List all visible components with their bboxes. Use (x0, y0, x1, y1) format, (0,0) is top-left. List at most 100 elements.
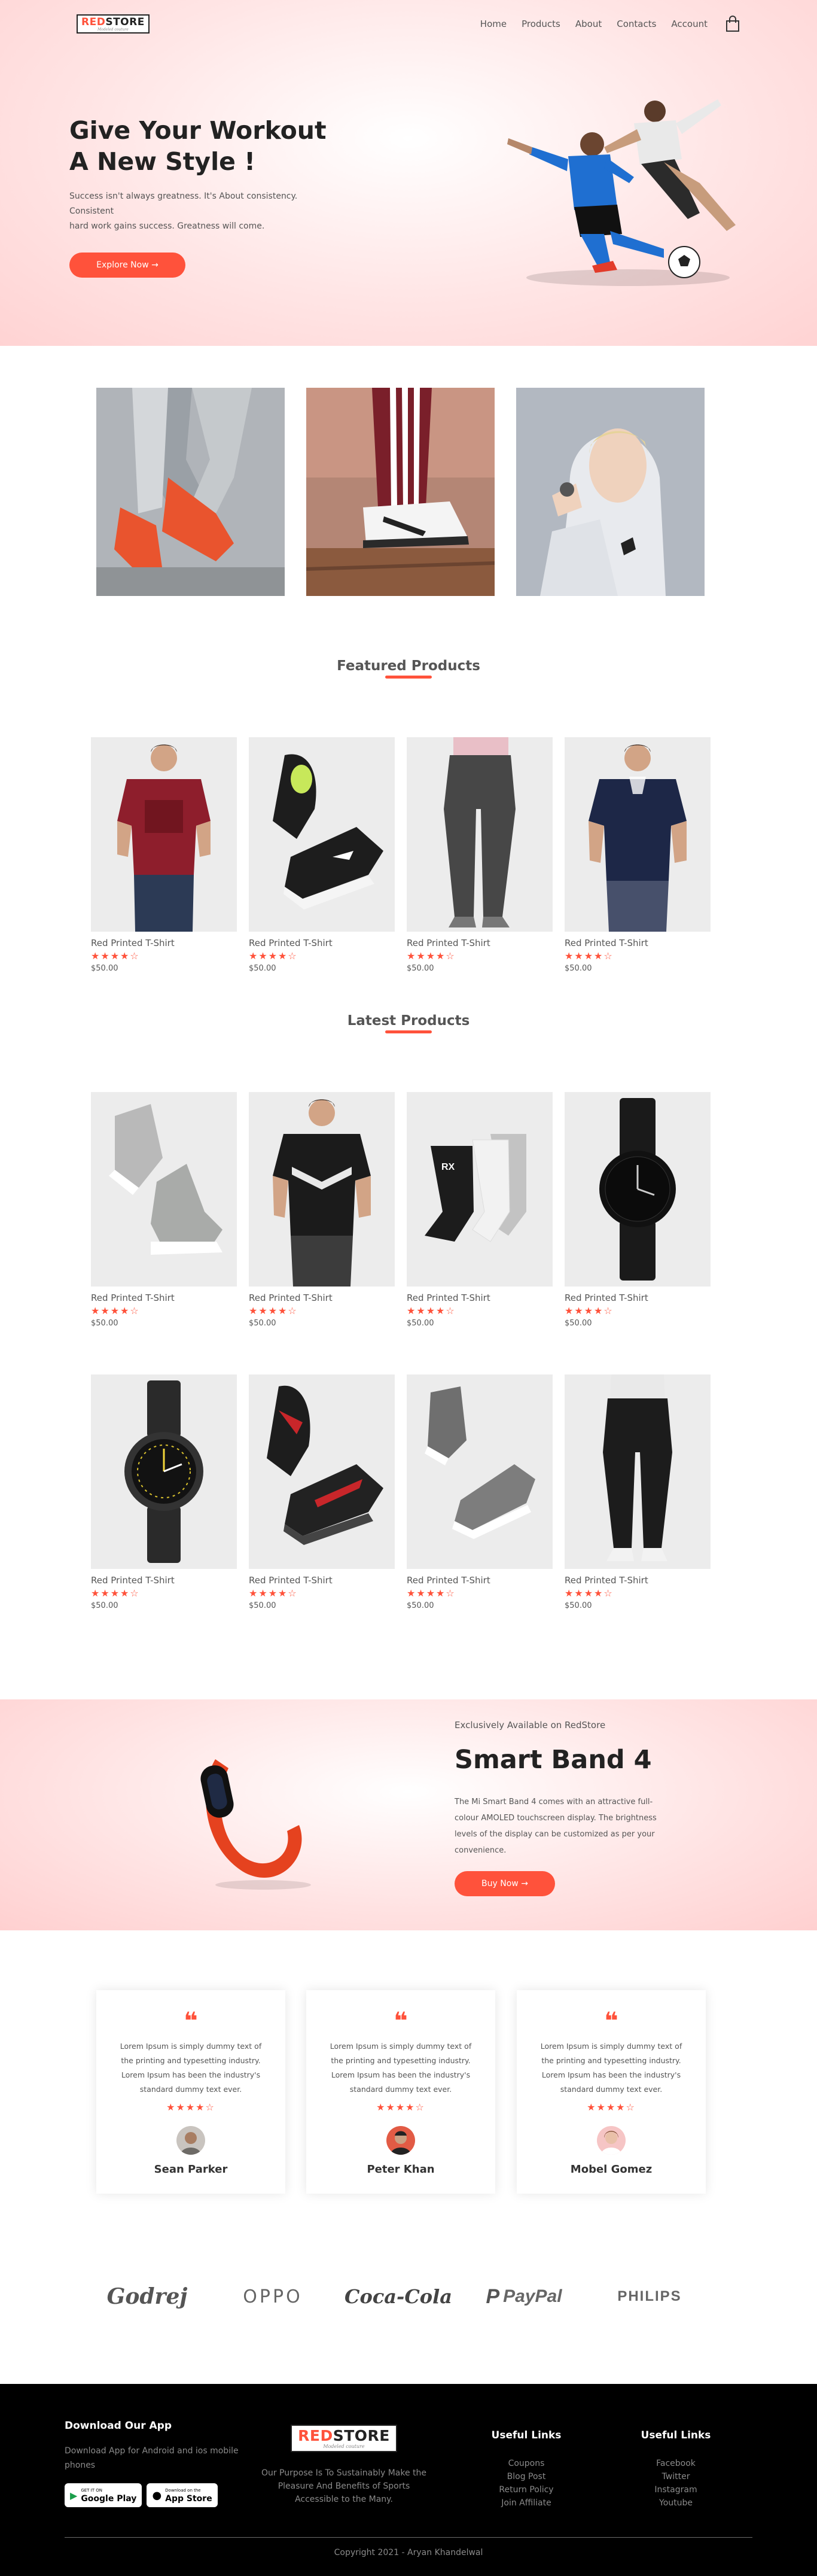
product-card[interactable]: Red Printed T-Shirt ★★★★☆ $50.00 (565, 737, 711, 973)
offer-title: Smart Band 4 (455, 1745, 652, 1775)
nav-products[interactable]: Products (522, 19, 560, 29)
rating-stars-icon: ★★★★☆ (407, 1305, 456, 1316)
avatar (597, 2126, 626, 2155)
nav-home[interactable]: Home (480, 19, 507, 29)
svg-text:RX: RX (441, 1162, 455, 1172)
product-image-grey-hightops[interactable] (91, 1092, 237, 1287)
footer-link-instagram[interactable]: Instagram (622, 2483, 730, 2496)
product-card[interactable]: Red Printed T-Shirt ★★★★☆ $50.00 (91, 1092, 237, 1328)
rating-stars-icon: ★★★★☆ (565, 1305, 614, 1316)
product-price: $50.00 (407, 1319, 434, 1328)
product-image-navy-polo[interactable] (565, 737, 711, 932)
brand-logo-paypal: P PayPal (486, 2285, 562, 2308)
product-card[interactable]: Red Printed T-Shirt ★★★★☆ $50.00 (249, 1092, 395, 1328)
product-name[interactable]: Red Printed T-Shirt (565, 1575, 711, 1586)
product-card[interactable]: Red Printed T-Shirt ★★★★☆ $50.00 (407, 737, 553, 973)
offer-banner: Exclusively Available on RedStore Smart … (0, 1699, 817, 1930)
product-image-black-shoes[interactable] (249, 737, 395, 932)
footer-link-return-policy[interactable]: Return Policy (472, 2483, 580, 2496)
buy-now-button[interactable]: Buy Now → (455, 1871, 555, 1896)
google-play-button[interactable]: ▶ GET IT ON Google Play (65, 2483, 142, 2507)
testimonial-text: Lorem Ipsum is simply dummy text of the … (330, 2042, 472, 2094)
shopping-bag-icon[interactable] (725, 16, 740, 32)
product-card[interactable]: Red Printed T-Shirt ★★★★☆ $50.00 (91, 737, 237, 973)
footer-link-twitter[interactable]: Twitter (622, 2470, 730, 2483)
brand-logo-oppo: OPPO (243, 2286, 303, 2307)
product-image-black-puma-tshirt[interactable] (249, 1092, 395, 1287)
product-image-black-watch[interactable] (565, 1092, 711, 1287)
product-name[interactable]: Red Printed T-Shirt (249, 1292, 395, 1303)
product-name[interactable]: Red Printed T-Shirt (407, 1575, 553, 1586)
product-card[interactable]: Red Printed T-Shirt ★★★★☆ $50.00 (565, 1374, 711, 1610)
quote-icon: ❝ (184, 2008, 198, 2035)
product-price: $50.00 (407, 1601, 434, 1610)
product-name[interactable]: Red Printed T-Shirt (91, 1292, 237, 1303)
footer-divider (65, 2537, 752, 2538)
testimonial-text: Lorem Ipsum is simply dummy text of the … (120, 2042, 262, 2094)
product-price: $50.00 (565, 964, 592, 973)
logo[interactable]: REDSTORE Modeled couture (77, 14, 150, 34)
product-card[interactable]: RX Red Printed T-Shirt ★★★★☆ $50.00 (407, 1092, 553, 1328)
product-price: $50.00 (91, 1601, 118, 1610)
product-name[interactable]: Red Printed T-Shirt (91, 1575, 237, 1586)
main-nav: Home Products About Contacts Account (480, 16, 740, 32)
apple-icon: ● (152, 2489, 162, 2502)
footer-link-blog-post[interactable]: Blog Post (472, 2470, 580, 2483)
product-card[interactable]: Red Printed T-Shirt ★★★★☆ $50.00 (249, 1374, 395, 1610)
product-name[interactable]: Red Printed T-Shirt (91, 938, 237, 948)
product-image-red-tshirt[interactable] (91, 737, 237, 932)
offer-description: The Mi Smart Band 4 comes with an attrac… (455, 1798, 657, 1855)
rating-stars-icon: ★★★★☆ (166, 2101, 215, 2113)
testimonial-name: Sean Parker (154, 2163, 228, 2176)
footer-link-youtube[interactable]: Youtube (622, 2496, 730, 2510)
rating-stars-icon: ★★★★☆ (249, 1587, 298, 1599)
testimonial-name: Peter Khan (367, 2163, 435, 2176)
rating-stars-icon: ★★★★☆ (407, 1587, 456, 1599)
product-name[interactable]: Red Printed T-Shirt (407, 1292, 553, 1303)
footer-link-join-affiliate[interactable]: Join Affiliate (472, 2496, 580, 2510)
product-image-sport-watch[interactable] (91, 1374, 237, 1569)
product-card[interactable]: Red Printed T-Shirt ★★★★☆ $50.00 (565, 1092, 711, 1328)
product-image-black-red-shoes[interactable] (249, 1374, 395, 1569)
paypal-icon: P (486, 2285, 500, 2308)
product-image-socks[interactable]: RX (407, 1092, 553, 1287)
footer-link-facebook[interactable]: Facebook (622, 2457, 730, 2470)
product-price: $50.00 (249, 964, 276, 973)
hero-text: Give Your Workout A New Style ! Success i… (69, 115, 368, 234)
product-card[interactable]: Red Printed T-Shirt ★★★★☆ $50.00 (407, 1374, 553, 1610)
category-image-track-pants-shoe[interactable] (306, 388, 495, 596)
footer-link-coupons[interactable]: Coupons (472, 2457, 580, 2470)
smart-band-image (173, 1735, 341, 1897)
product-price: $50.00 (91, 964, 118, 973)
rating-stars-icon: ★★★★☆ (587, 2101, 636, 2113)
product-card[interactable]: Red Printed T-Shirt ★★★★☆ $50.00 (249, 737, 395, 973)
app-store-button[interactable]: ● Download on the App Store (147, 2483, 218, 2507)
product-image-black-joggers[interactable] (565, 1374, 711, 1569)
testimonial-name: Mobel Gomez (570, 2163, 653, 2176)
rating-stars-icon: ★★★★☆ (91, 950, 140, 962)
product-name[interactable]: Red Printed T-Shirt (249, 1575, 395, 1586)
product-name[interactable]: Red Printed T-Shirt (249, 938, 395, 948)
brand-logo-philips: PHILIPS (617, 2288, 682, 2304)
nav-contacts[interactable]: Contacts (617, 19, 656, 29)
google-play-icon: ▶ (70, 2489, 78, 2501)
category-image-jeans-sneakers[interactable] (96, 388, 285, 596)
product-image-track-pants[interactable] (407, 737, 553, 932)
category-image-hoodie-woman[interactable] (516, 388, 705, 596)
nav-about[interactable]: About (575, 19, 602, 29)
product-name[interactable]: Red Printed T-Shirt (565, 938, 711, 948)
rating-stars-icon: ★★★★☆ (565, 950, 614, 962)
footer: Download Our App Download App for Androi… (0, 2384, 817, 2576)
testimonial-card: ❝ Lorem Ipsum is simply dummy text of th… (517, 1990, 706, 2194)
product-name[interactable]: Red Printed T-Shirt (407, 938, 553, 948)
category-images (96, 388, 706, 597)
avatar (176, 2126, 205, 2155)
product-price: $50.00 (91, 1319, 118, 1328)
nav-account[interactable]: Account (671, 19, 708, 29)
product-name[interactable]: Red Printed T-Shirt (565, 1292, 711, 1303)
product-image-grey-slipons[interactable] (407, 1374, 553, 1569)
copyright: Copyright 2021 - Aryan Khandelwal (334, 2548, 483, 2557)
explore-now-button[interactable]: Explore Now → (69, 253, 185, 278)
footer-logo[interactable]: REDSTORE Modeled couture (291, 2425, 397, 2452)
product-card[interactable]: Red Printed T-Shirt ★★★★☆ $50.00 (91, 1374, 237, 1610)
